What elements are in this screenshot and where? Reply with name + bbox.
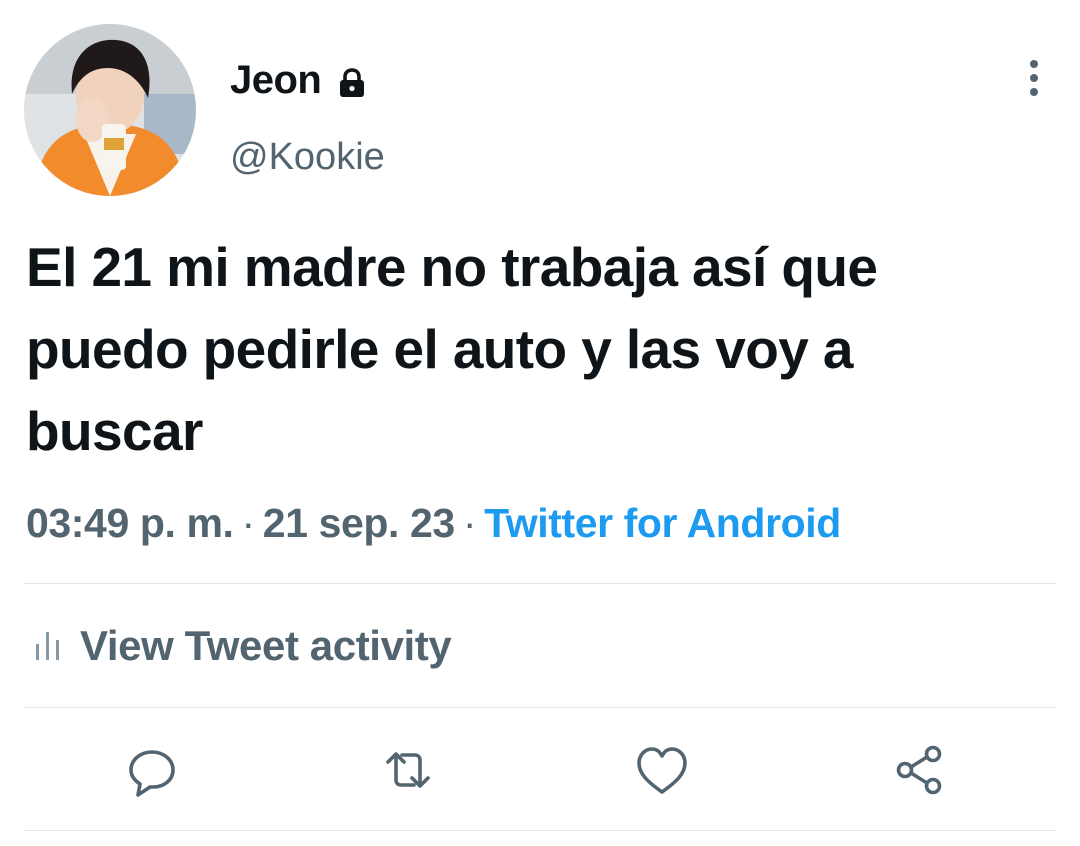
retweet-icon (386, 752, 430, 788)
display-name[interactable]: Jeon (230, 56, 322, 104)
tweet-date[interactable]: 21 sep. 23 (263, 500, 455, 546)
tweet-time[interactable]: 03:49 p. m. (26, 500, 234, 546)
lock-icon (335, 63, 369, 97)
display-name-row[interactable]: Jeon (230, 56, 369, 104)
divider (24, 583, 1056, 584)
like-button[interactable] (632, 740, 692, 800)
more-vertical-icon[interactable] (1016, 58, 1052, 98)
bar-chart-icon (34, 628, 62, 664)
avatar[interactable] (24, 24, 196, 196)
share-button[interactable] (890, 740, 950, 800)
divider (24, 830, 1056, 831)
user-handle[interactable]: @Kookie (230, 134, 385, 180)
tweet-meta: 03:49 p. m. · 21 sep. 23 · Twitter for Andro… (26, 496, 841, 550)
tweet-text: El 21 mi madre no trabaja así que puedo … (26, 236, 878, 462)
divider (24, 707, 1056, 708)
meta-separator: · (241, 500, 256, 546)
share-icon (896, 745, 942, 795)
view-tweet-activity-button[interactable]: View Tweet activity (34, 620, 452, 672)
meta-separator: · (462, 500, 477, 546)
reply-button[interactable] (122, 740, 182, 800)
view-tweet-activity-label: View Tweet activity (80, 622, 452, 669)
reply-icon (129, 750, 175, 797)
heart-icon (637, 747, 687, 794)
retweet-button[interactable] (378, 740, 438, 800)
avatar-photo (24, 24, 196, 196)
tweet-source-link[interactable]: Twitter for Android (484, 500, 841, 546)
